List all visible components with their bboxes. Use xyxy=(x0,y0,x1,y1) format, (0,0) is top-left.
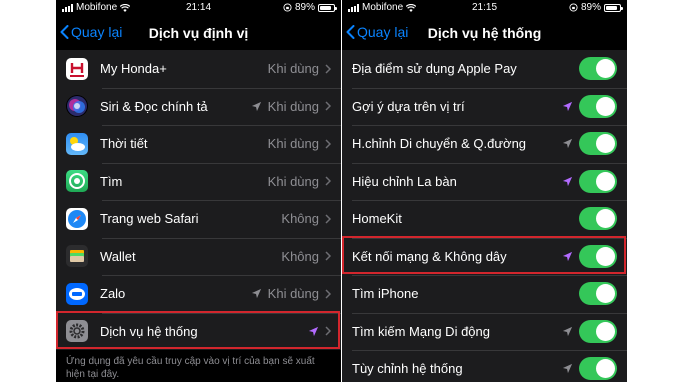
permission-value: Khi dùng xyxy=(267,286,319,302)
list-item-wallet[interactable]: Wallet Không xyxy=(56,237,341,276)
list-item-my-honda[interactable]: My Honda+ Khi dùng xyxy=(56,50,341,88)
list-item-location-suggestions: Gợi ý dựa trên vị trí xyxy=(342,87,627,126)
permission-value: Khi dùng xyxy=(267,136,319,152)
list-item-cellular-search: Tìm kiếm Mạng Di động xyxy=(342,312,627,351)
location-arrow-icon xyxy=(562,101,573,111)
toggle-switch[interactable] xyxy=(579,319,617,343)
list-item-weather[interactable]: Thời tiết Khi dùng xyxy=(56,125,341,163)
chevron-right-icon xyxy=(325,139,331,149)
page-title: Dịch vụ định vị xyxy=(148,25,249,41)
toggle-switch[interactable] xyxy=(579,132,617,156)
honda-icon xyxy=(66,57,88,80)
chevron-right-icon xyxy=(325,101,331,111)
list-item-apple-pay-location: Địa điểm sử dụng Apple Pay xyxy=(342,50,627,88)
settings-gear-icon xyxy=(66,320,88,343)
location-services-screen: Mobifone 21:14 89% Quay lại Dịch vụ định… xyxy=(56,0,341,382)
row-label: My Honda+ xyxy=(100,61,167,77)
rotation-lock-icon xyxy=(569,3,578,12)
location-arrow-icon xyxy=(308,326,319,336)
list-item-find-iphone: Tìm iPhone xyxy=(342,275,627,313)
row-label: H.chỉnh Di chuyển & Q.đường xyxy=(352,136,527,152)
navigation-bar: Quay lại Dịch vụ định vị xyxy=(56,18,341,48)
toggle-switch[interactable] xyxy=(579,244,617,268)
row-label: Tùy chỉnh hệ thống xyxy=(352,361,463,377)
list-item-motion-calibration: H.chỉnh Di chuyển & Q.đường xyxy=(342,125,627,163)
toggle-switch[interactable] xyxy=(579,169,617,193)
safari-icon xyxy=(66,207,88,230)
row-label: Tìm kiếm Mạng Di động xyxy=(352,323,490,339)
row-label: Zalo xyxy=(100,286,126,302)
wallet-icon xyxy=(66,245,88,268)
row-label: Wallet xyxy=(100,248,136,264)
battery-icon xyxy=(604,3,623,12)
siri-icon xyxy=(66,95,88,118)
rotation-lock-icon xyxy=(283,3,292,12)
row-label: Kết nối mạng & Không dây xyxy=(352,248,507,264)
navigation-bar: Quay lại Dịch vụ hệ thống xyxy=(342,18,627,48)
list-item-zalo[interactable]: Zalo Khi dùng xyxy=(56,275,341,313)
page-title: Dịch vụ hệ thống xyxy=(427,25,542,41)
location-arrow-icon xyxy=(562,364,573,374)
row-label: Tìm xyxy=(100,173,123,189)
battery-percent: 89% xyxy=(580,2,601,13)
location-arrow-icon xyxy=(251,289,261,299)
list-item-homekit: HomeKit xyxy=(342,200,627,238)
list-item-networking-wireless: Kết nối mạng & Không dây xyxy=(342,237,627,276)
toggle-switch[interactable] xyxy=(579,94,617,118)
row-label: Thời tiết xyxy=(100,136,148,152)
system-services-screen: Mobifone 21:15 89% Quay lại Dịch vụ hệ t… xyxy=(342,0,627,382)
toggle-switch[interactable] xyxy=(579,357,617,381)
row-label: Địa điểm sử dụng Apple Pay xyxy=(352,61,517,77)
toggle-switch[interactable] xyxy=(579,207,617,231)
list-item-safari[interactable]: Trang web Safari Không xyxy=(56,200,341,238)
footer-note: Ứng dụng đã yêu cầu truy cập vào vị trí … xyxy=(66,356,315,380)
list-item-system-customization: Tùy chỉnh hệ thống xyxy=(342,350,627,382)
permission-value: Khi dùng xyxy=(267,173,319,189)
row-label: Dịch vụ hệ thống xyxy=(100,323,198,339)
status-bar: Mobifone 21:15 89% xyxy=(342,0,627,16)
chevron-right-icon xyxy=(325,326,331,336)
toggle-switch[interactable] xyxy=(579,282,617,306)
row-label: HomeKit xyxy=(352,211,402,227)
location-arrow-icon xyxy=(562,139,573,149)
find-my-icon xyxy=(66,170,88,193)
permission-value: Khi dùng xyxy=(267,61,319,77)
permission-value: Không xyxy=(281,248,319,264)
location-arrow-icon xyxy=(562,176,573,186)
row-label: Trang web Safari xyxy=(100,211,199,227)
list-item-system-services[interactable]: Dịch vụ hệ thống xyxy=(56,312,341,351)
row-label: Tìm iPhone xyxy=(352,286,419,302)
row-label: Hiệu chỉnh La bàn xyxy=(352,173,457,189)
system-services-list: Địa điểm sử dụng Apple Pay Gợi ý dựa trê… xyxy=(342,50,627,382)
toggle-switch[interactable] xyxy=(579,57,617,81)
status-bar: Mobifone 21:14 89% xyxy=(56,0,341,16)
list-item-compass-calibration: Hiệu chỉnh La bàn xyxy=(342,162,627,201)
chevron-right-icon xyxy=(325,214,331,224)
permission-value: Khi dùng xyxy=(267,98,319,114)
list-item-find-my[interactable]: Tìm Khi dùng xyxy=(56,162,341,201)
app-list: My Honda+ Khi dùng Siri & Đọc chính tả K… xyxy=(56,50,341,350)
chevron-right-icon xyxy=(325,251,331,261)
list-item-siri[interactable]: Siri & Đọc chính tả Khi dùng xyxy=(56,87,341,126)
battery-percent: 89% xyxy=(294,2,315,13)
chevron-right-icon xyxy=(325,289,331,299)
row-label: Gợi ý dựa trên vị trí xyxy=(352,98,465,114)
row-label: Siri & Đọc chính tả xyxy=(100,98,208,114)
battery-icon xyxy=(318,3,337,12)
location-arrow-icon xyxy=(251,101,261,111)
chevron-right-icon xyxy=(325,176,331,186)
location-arrow-icon xyxy=(562,251,573,261)
weather-icon xyxy=(66,132,88,155)
zalo-icon xyxy=(66,282,88,305)
permission-value: Không xyxy=(281,211,319,227)
location-arrow-icon xyxy=(562,326,573,336)
chevron-right-icon xyxy=(325,64,331,74)
